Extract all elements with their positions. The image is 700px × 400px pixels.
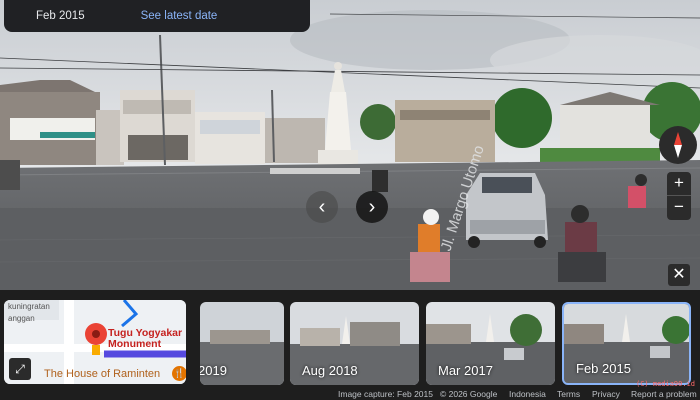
food-icon: 🍴 — [172, 366, 186, 381]
street-view-panorama[interactable]: Jl. Margo Utomo — [0, 0, 700, 290]
zoom-in-button[interactable]: + — [667, 172, 691, 196]
time-travel-strip: kuningratan anggan Tugu Yogyakar Monumen… — [0, 290, 700, 388]
minimap[interactable]: kuningratan anggan Tugu Yogyakar Monumen… — [4, 300, 186, 384]
expand-icon[interactable]: ⤢ — [9, 358, 31, 380]
map-label: kuningratan — [8, 302, 50, 311]
thumbnail-date-label: 2019 — [200, 363, 227, 378]
country-link[interactable]: Indonesia — [509, 389, 546, 399]
compass-button[interactable] — [659, 126, 697, 164]
close-timeline-button[interactable]: ✕ — [668, 264, 690, 286]
report-problem-link[interactable]: Report a problem — [631, 389, 697, 399]
nav-forward-button[interactable]: › — [356, 191, 388, 223]
thumbnail-date-label: Feb 2015 — [576, 361, 631, 376]
timeline-thumbnail[interactable]: 2019 — [200, 302, 284, 385]
date-info-bar: Feb 2015 See latest date — [4, 0, 310, 32]
compass-icon — [674, 132, 682, 158]
chevron-left-icon: ‹ — [318, 195, 326, 218]
place-name-line2: Monument — [108, 338, 162, 350]
zoom-control: + − — [667, 172, 691, 220]
business-label: The House of Raminten — [44, 368, 161, 380]
map-label: anggan — [8, 314, 35, 323]
image-capture-text: Image capture: Feb 2015 — [338, 389, 433, 399]
timeline-thumbnail[interactable]: Mar 2017 — [426, 302, 555, 385]
thumbnail-date-label: Mar 2017 — [438, 363, 493, 378]
footer-bar: Image capture: Feb 2015 © 2026 Google In… — [0, 388, 700, 400]
timeline-thumbnail-selected[interactable]: Feb 2015 — [562, 302, 691, 385]
see-latest-date-link[interactable]: See latest date — [141, 10, 218, 22]
capture-date-label: Feb 2015 — [36, 10, 85, 22]
terms-link[interactable]: Terms — [557, 389, 580, 399]
privacy-link[interactable]: Privacy — [592, 389, 620, 399]
watermark: (C) media90.id — [636, 380, 696, 388]
zoom-out-button[interactable]: − — [667, 196, 691, 220]
thumbnail-date-label: Aug 2018 — [302, 363, 358, 378]
nav-back-button[interactable]: ‹ — [306, 191, 338, 223]
chevron-right-icon: › — [368, 195, 376, 218]
copyright-text: © 2026 Google — [440, 389, 498, 399]
timeline-thumbnail[interactable]: Aug 2018 — [290, 302, 419, 385]
